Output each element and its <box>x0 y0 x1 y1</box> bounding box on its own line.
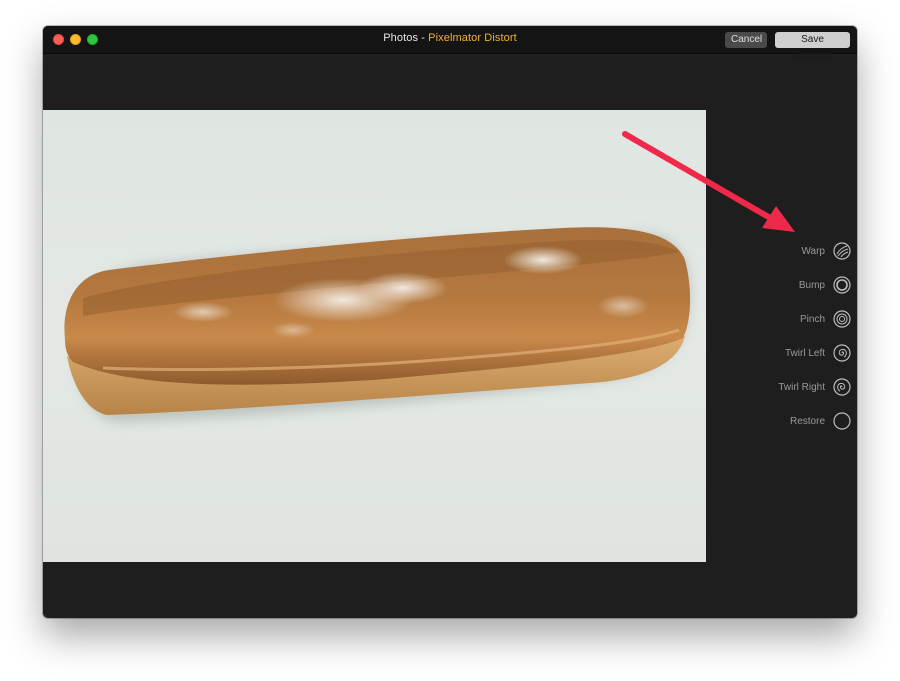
save-changes-button[interactable]: Save Changes <box>775 32 850 61</box>
distort-window: Photos - Pixelmator Distort Cancel Save … <box>43 26 857 618</box>
restore-icon <box>833 412 851 430</box>
tool-twirl-right[interactable]: Twirl Right <box>778 376 851 398</box>
pinch-icon <box>833 310 851 328</box>
flour-patch <box>271 322 315 338</box>
twirl-left-icon <box>833 344 851 362</box>
app-name: Photos <box>383 32 419 44</box>
title-separator: - <box>418 32 429 44</box>
cancel-button[interactable]: Cancel <box>725 32 767 48</box>
tool-pinch[interactable]: Pinch <box>800 308 851 330</box>
tool-twirl-left[interactable]: Twirl Left <box>785 342 851 364</box>
photo-canvas[interactable] <box>43 110 706 562</box>
bump-icon <box>833 276 851 294</box>
tool-restore[interactable]: Restore <box>790 410 851 432</box>
tool-label: Twirl Left <box>784 347 825 359</box>
tool-label: Twirl Right <box>778 381 825 393</box>
tool-label: Restore <box>789 415 825 427</box>
tool-label: Bump <box>798 279 825 291</box>
tool-label: Pinch <box>799 313 825 325</box>
tool-warp[interactable]: Warp <box>801 240 851 262</box>
flour-patch <box>503 246 583 274</box>
extension-name: Pixelmator Distort <box>428 32 517 44</box>
flour-patch <box>173 302 233 322</box>
bread-photo <box>64 227 691 423</box>
flour-patch <box>597 294 649 318</box>
title-bar: Photos - Pixelmator Distort Cancel Save … <box>43 26 857 61</box>
tool-label: Warp <box>801 245 825 257</box>
flour-patch <box>358 272 448 304</box>
tool-bump[interactable]: Bump <box>799 274 851 296</box>
warp-icon <box>833 242 851 260</box>
twirl-right-icon <box>833 378 851 396</box>
